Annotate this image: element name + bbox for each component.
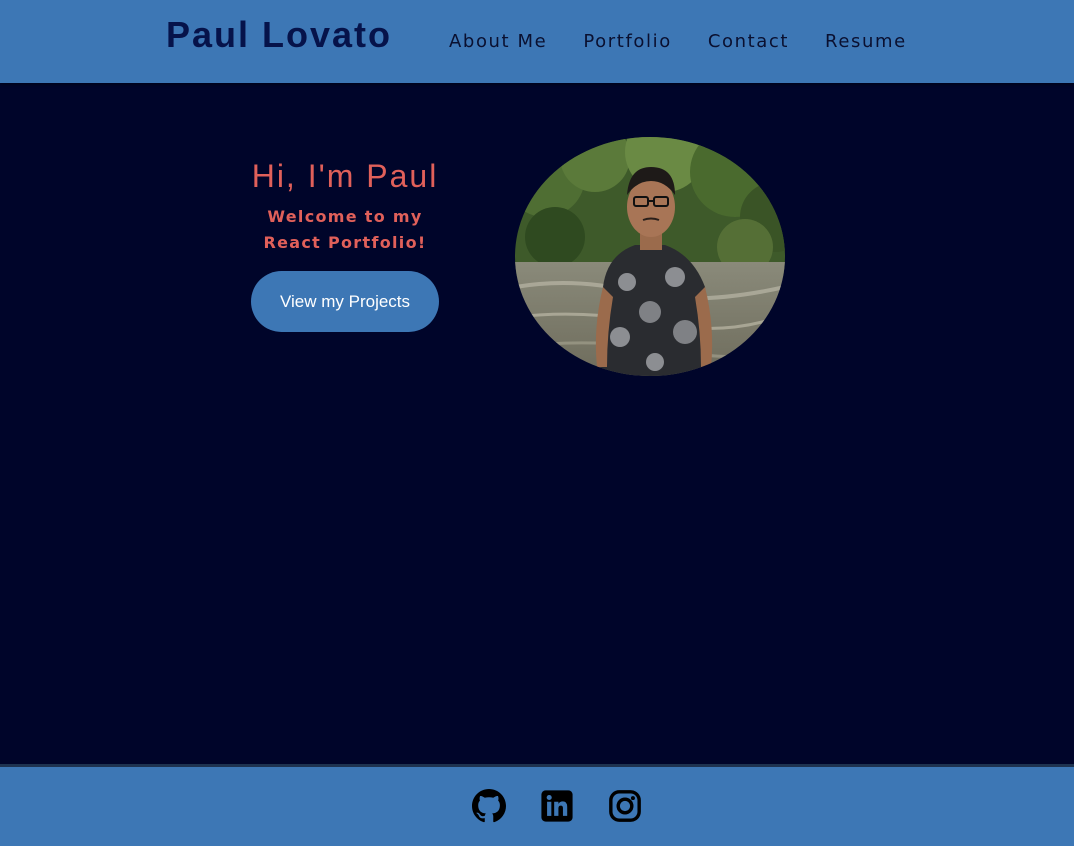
profile-photo-illustration [515, 137, 785, 376]
github-icon[interactable] [472, 789, 506, 823]
nav-link-resume[interactable]: Resume [825, 28, 907, 56]
linkedin-icon-glyph [541, 790, 573, 822]
instagram-icon[interactable] [608, 789, 642, 823]
main-nav: About Me Portfolio Contact Resume [449, 28, 907, 56]
nav-link-contact[interactable]: Contact [708, 28, 789, 56]
github-icon-glyph [472, 789, 506, 823]
hero-subtitle: Welcome to my React Portfolio! [235, 204, 455, 256]
hero-greeting: Hi, I'm Paul [251, 158, 439, 194]
view-projects-button[interactable]: View my Projects [251, 271, 439, 332]
instagram-icon-glyph [609, 790, 641, 822]
site-header: Paul Lovato About Me Portfolio Contact R… [0, 0, 1074, 83]
hero-subtitle-line2: React Portfolio! [263, 233, 427, 252]
nav-link-portfolio[interactable]: Portfolio [583, 28, 671, 56]
site-brand[interactable]: Paul Lovato [166, 14, 392, 56]
hero-subtitle-line1: Welcome to my [267, 207, 423, 226]
intro-block: Hi, I'm Paul Welcome to my React Portfol… [235, 150, 455, 256]
profile-photo [515, 137, 785, 376]
linkedin-icon[interactable] [540, 789, 574, 823]
nav-link-about[interactable]: About Me [449, 28, 547, 56]
site-footer [0, 764, 1074, 846]
